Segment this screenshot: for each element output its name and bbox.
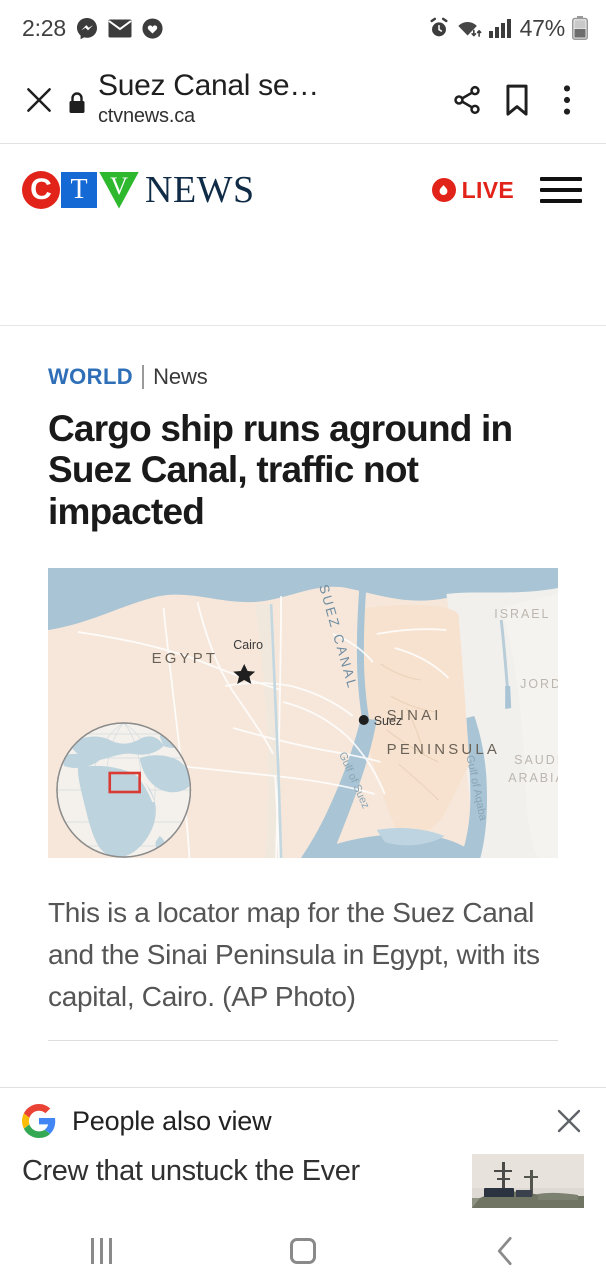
ctv-logo-t: T	[61, 172, 97, 208]
home-icon	[290, 1238, 316, 1264]
map-label-arabia: ARABIA	[508, 771, 558, 785]
site-header: C T V NEWS LIVE	[0, 144, 606, 236]
close-tab-button[interactable]	[16, 85, 62, 115]
people-also-view-item-title: Crew that unstuck the Ever	[22, 1155, 360, 1188]
map-label-cairo: Cairo	[233, 638, 263, 652]
more-vertical-icon	[563, 84, 571, 115]
secure-connection-indicator[interactable]	[62, 85, 92, 115]
people-also-view-item-thumbnail	[472, 1154, 584, 1209]
recents-bar-2	[99, 1238, 103, 1264]
overflow-menu-button[interactable]	[542, 84, 592, 116]
battery-percent: 47%	[519, 14, 566, 41]
site-menu-button[interactable]	[540, 177, 582, 203]
browser-toolbar: Suez Canal se… ctvnews.ca	[0, 56, 606, 144]
map-label-sinai: SINAI	[387, 707, 442, 724]
address-bar[interactable]: Suez Canal se… ctvnews.ca	[92, 70, 442, 129]
breadcrumb-subsection[interactable]: News	[153, 364, 208, 390]
list-item[interactable]: Crew that unstuck the Ever	[22, 1154, 584, 1214]
content-spacer	[0, 1041, 606, 1088]
map-label-egypt: EGYPT	[152, 650, 219, 667]
wifi-icon	[457, 22, 481, 37]
back-button[interactable]	[404, 1236, 606, 1266]
ship-photo-thumbnail	[472, 1154, 584, 1209]
ctv-logo-wordmark: NEWS	[145, 169, 255, 211]
article-headline: Cargo ship runs aground in Suez Canal, t…	[48, 408, 513, 532]
map-label-israel: ISRAEL	[494, 607, 550, 621]
recents-bar-3	[108, 1238, 112, 1264]
signal-icon	[488, 19, 511, 38]
recent-apps-button[interactable]	[0, 1238, 202, 1264]
people-also-view-panel: People also view Crew that unstuck the E…	[0, 1087, 606, 1215]
hamburger-bar-2	[540, 188, 582, 192]
home-button[interactable]	[202, 1238, 404, 1264]
hamburger-bar-3	[540, 199, 582, 203]
breadcrumb: WORLD News	[48, 326, 558, 390]
close-icon	[27, 87, 51, 112]
map-label-saudi: SAUDI	[514, 753, 558, 767]
live-dot-icon	[431, 178, 456, 202]
android-navigation-bar	[0, 1222, 606, 1280]
status-bar-left: 2:28	[22, 15, 164, 42]
figure-caption: This is a locator map for the Suez Canal…	[48, 897, 540, 1013]
recents-bar-1	[90, 1238, 94, 1264]
heart-circle-icon	[142, 17, 163, 39]
status-bar-right: 47%	[428, 15, 588, 42]
ctv-logo-v: V	[99, 171, 139, 209]
live-badge[interactable]: LIVE	[431, 176, 514, 204]
people-also-view-header: People also view	[22, 1088, 584, 1154]
site-header-spacer	[0, 236, 606, 326]
lock-icon	[69, 91, 85, 113]
map-label-peninsula: PENINSULA	[387, 741, 500, 758]
page-title: Suez Canal se…	[98, 69, 319, 102]
messenger-icon	[76, 18, 97, 40]
broadcast-icon	[439, 184, 448, 195]
live-label: LIVE	[461, 176, 514, 203]
ctv-logo-c: C	[22, 171, 60, 209]
article-figure: EGYPT Cairo SUEZ CANAL Suez SINAI PENINS…	[48, 568, 558, 1042]
bookmark-icon	[506, 84, 528, 116]
back-chevron-icon	[497, 1236, 512, 1266]
breadcrumb-section[interactable]: WORLD	[48, 364, 133, 390]
people-also-view-close-button[interactable]	[554, 1106, 584, 1136]
google-g-icon	[22, 1104, 56, 1139]
page-url: ctvnews.ca	[98, 105, 195, 128]
close-icon	[557, 1110, 581, 1133]
ctv-logo-v-letter: V	[109, 172, 129, 200]
breadcrumb-separator	[142, 365, 145, 389]
locator-map-graphic: EGYPT Cairo SUEZ CANAL Suez SINAI PENINS…	[48, 568, 558, 859]
share-button[interactable]	[442, 84, 492, 116]
hamburger-bar-1	[540, 177, 582, 181]
people-also-view-title: People also view	[72, 1105, 272, 1136]
ctv-news-logo[interactable]: C T V NEWS	[22, 171, 255, 209]
alarm-icon	[430, 17, 448, 37]
status-time: 2:28	[22, 14, 66, 41]
suez-city-marker	[358, 715, 369, 726]
recent-apps-icon	[90, 1238, 112, 1264]
email-icon	[108, 19, 132, 37]
share-icon	[454, 85, 480, 114]
site-header-actions: LIVE	[431, 176, 582, 204]
map-label-jordan: JORDAN	[520, 677, 558, 691]
battery-icon	[572, 16, 588, 40]
article-body: WORLD News Cargo ship runs aground in Su…	[0, 326, 606, 1042]
bookmark-button[interactable]	[492, 84, 542, 116]
status-bar: 2:28 47%	[0, 0, 606, 56]
locator-map-image: EGYPT Cairo SUEZ CANAL Suez SINAI PENINS…	[48, 568, 558, 859]
